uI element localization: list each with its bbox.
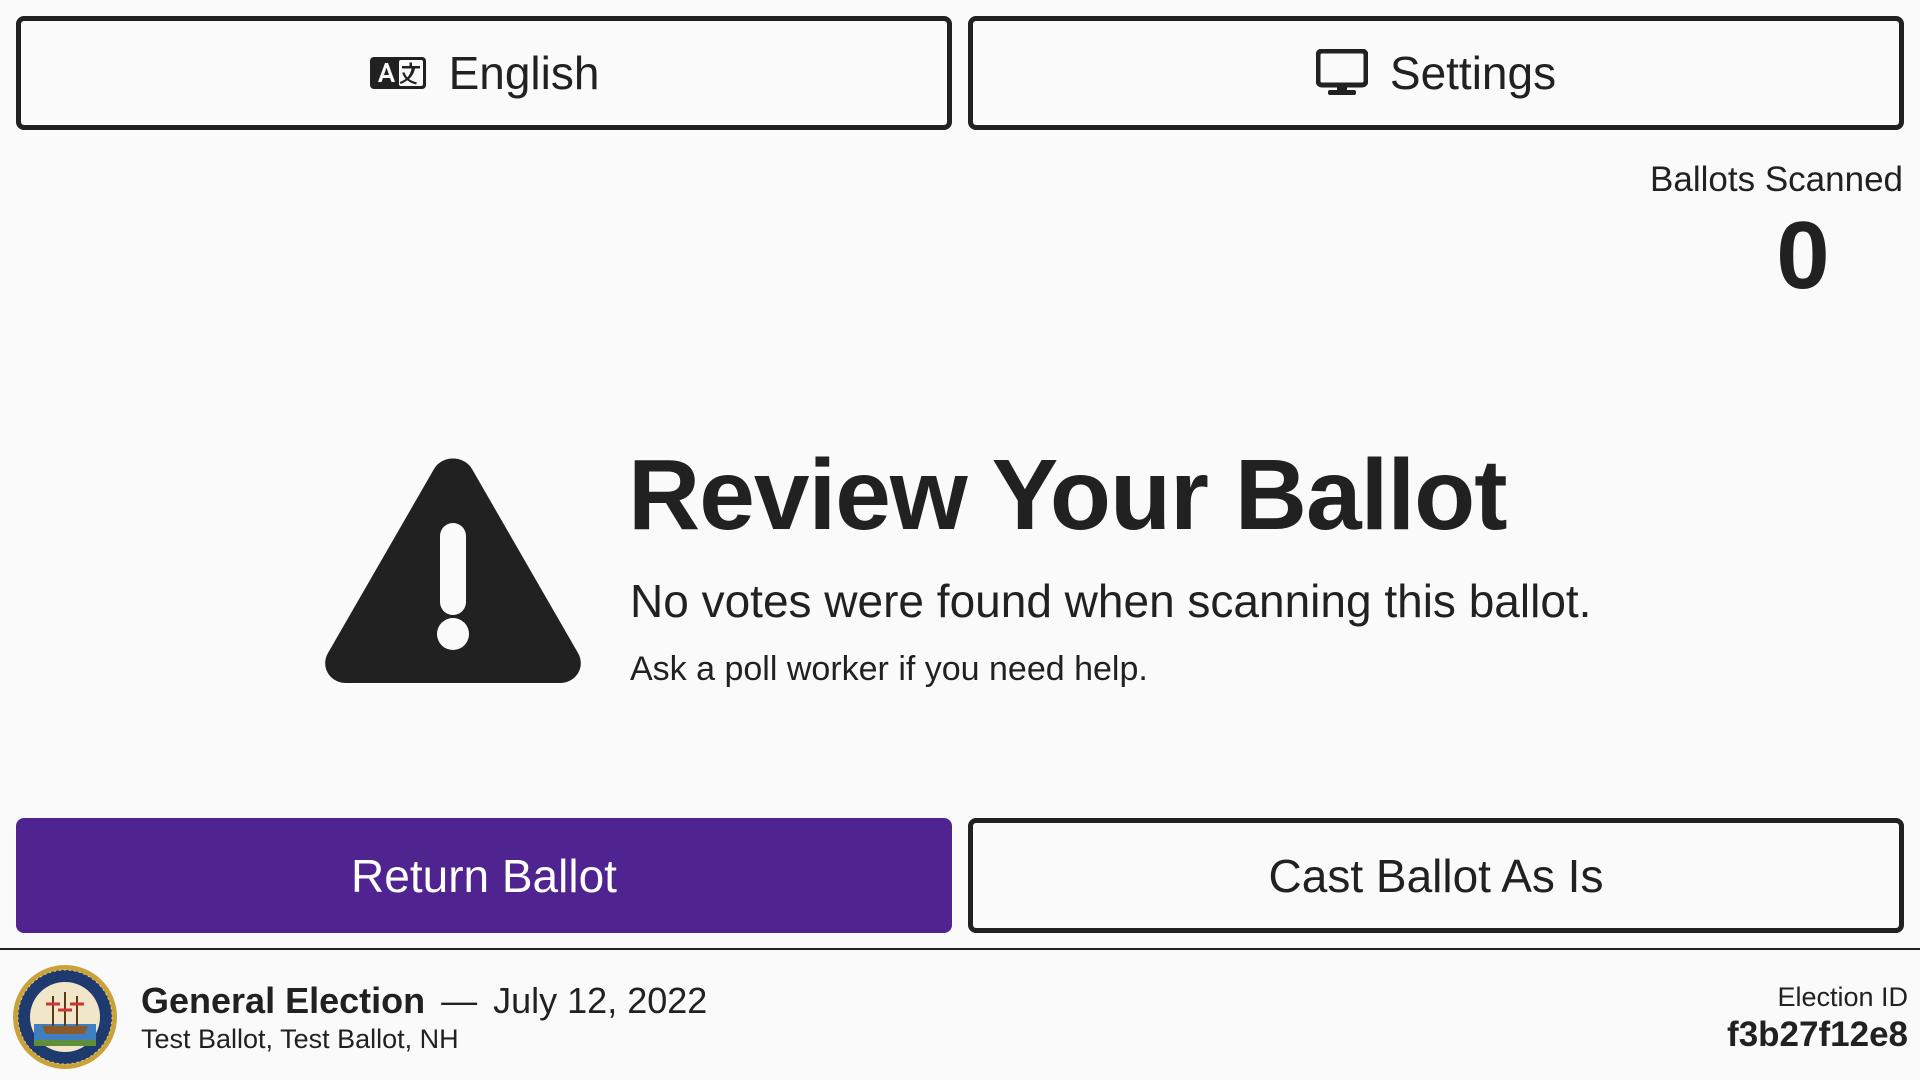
ballot-review-screen: English Settings Ballots Scanned 0 Revie… (0, 0, 1920, 1080)
translate-icon (369, 54, 427, 92)
cast-ballot-as-is-button[interactable]: Cast Ballot As Is (968, 818, 1904, 933)
election-title: General Election — July 12, 2022 (141, 980, 707, 1022)
language-label: English (448, 47, 600, 99)
election-id-value: f3b27f12e8 (1727, 1015, 1908, 1054)
ballots-scanned-label: Ballots Scanned (1650, 160, 1903, 199)
return-ballot-button[interactable]: Return Ballot (16, 818, 952, 933)
election-info-bar: General Election — July 12, 2022 Test Ba… (0, 948, 1920, 1080)
display-icon (1315, 49, 1368, 97)
ballots-scanned-counter: Ballots Scanned 0 (1643, 160, 1903, 304)
title-separator: — (441, 980, 478, 1021)
state-seal (12, 964, 118, 1070)
settings-button[interactable]: Settings (968, 16, 1904, 130)
no-votes-message: No votes were found when scanning this b… (630, 575, 1592, 627)
election-date: July 12, 2022 (493, 980, 708, 1021)
election-name: General Election (141, 980, 426, 1021)
ballots-scanned-count: 0 (1776, 202, 1830, 309)
settings-label: Settings (1389, 47, 1557, 99)
ballot-info: Test Ballot, Test Ballot, NH (141, 1024, 459, 1054)
help-message: Ask a poll worker if you need help. (630, 650, 1148, 688)
page-title: Review Your Ballot (628, 439, 1508, 551)
election-id-label: Election ID (1777, 982, 1908, 1012)
election-id-block: Election ID f3b27f12e8 (1727, 982, 1908, 1055)
language-button[interactable]: English (16, 16, 952, 130)
warning-triangle-icon (322, 455, 584, 685)
